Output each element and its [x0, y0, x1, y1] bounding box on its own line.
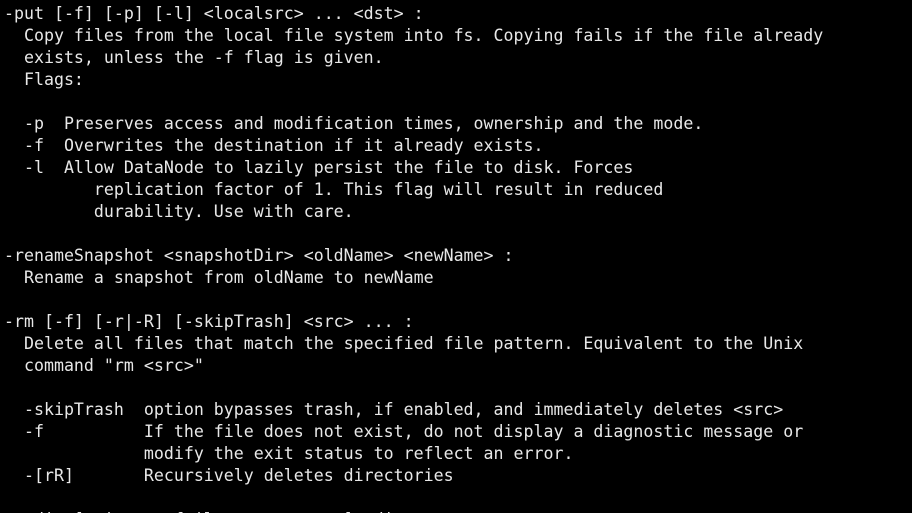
terminal-line: durability. Use with care. [4, 202, 354, 221]
terminal-line: -rmdir [--ignore-fail-on-non-empty] <dir… [4, 509, 912, 513]
terminal-line: -renameSnapshot <snapshotDir> <oldName> … [4, 246, 514, 265]
terminal-line: Delete all files that match the specifie… [4, 334, 804, 353]
terminal-line: -l Allow DataNode to lazily persist the … [4, 158, 634, 177]
terminal-line: -p Preserves access and modification tim… [4, 114, 704, 133]
terminal-line: -[rR] Recursively deletes directories [4, 466, 454, 485]
terminal-line: -put [-f] [-p] [-l] <localsrc> ... <dst>… [4, 4, 424, 23]
terminal-line: Copy files from the local file system in… [4, 26, 824, 45]
terminal-line: Flags: [4, 70, 84, 89]
terminal-line: exists, unless the -f flag is given. [4, 48, 384, 67]
terminal-output-pane[interactable]: -put [-f] [-p] [-l] <localsrc> ... <dst>… [0, 0, 912, 513]
terminal-line: -f Overwrites the destination if it alre… [4, 136, 544, 155]
terminal-line: Rename a snapshot from oldName to newNam… [4, 268, 434, 287]
terminal-line: replication factor of 1. This flag will … [4, 180, 664, 199]
terminal-line: modify the exit status to reflect an err… [4, 444, 574, 463]
terminal-line: command "rm <src>" [4, 356, 204, 375]
terminal-line: -rm [-f] [-r|-R] [-skipTrash] <src> ... … [4, 312, 414, 331]
terminal-line: -skipTrash option bypasses trash, if ena… [4, 400, 784, 419]
terminal-line: -f If the file does not exist, do not di… [4, 422, 804, 441]
